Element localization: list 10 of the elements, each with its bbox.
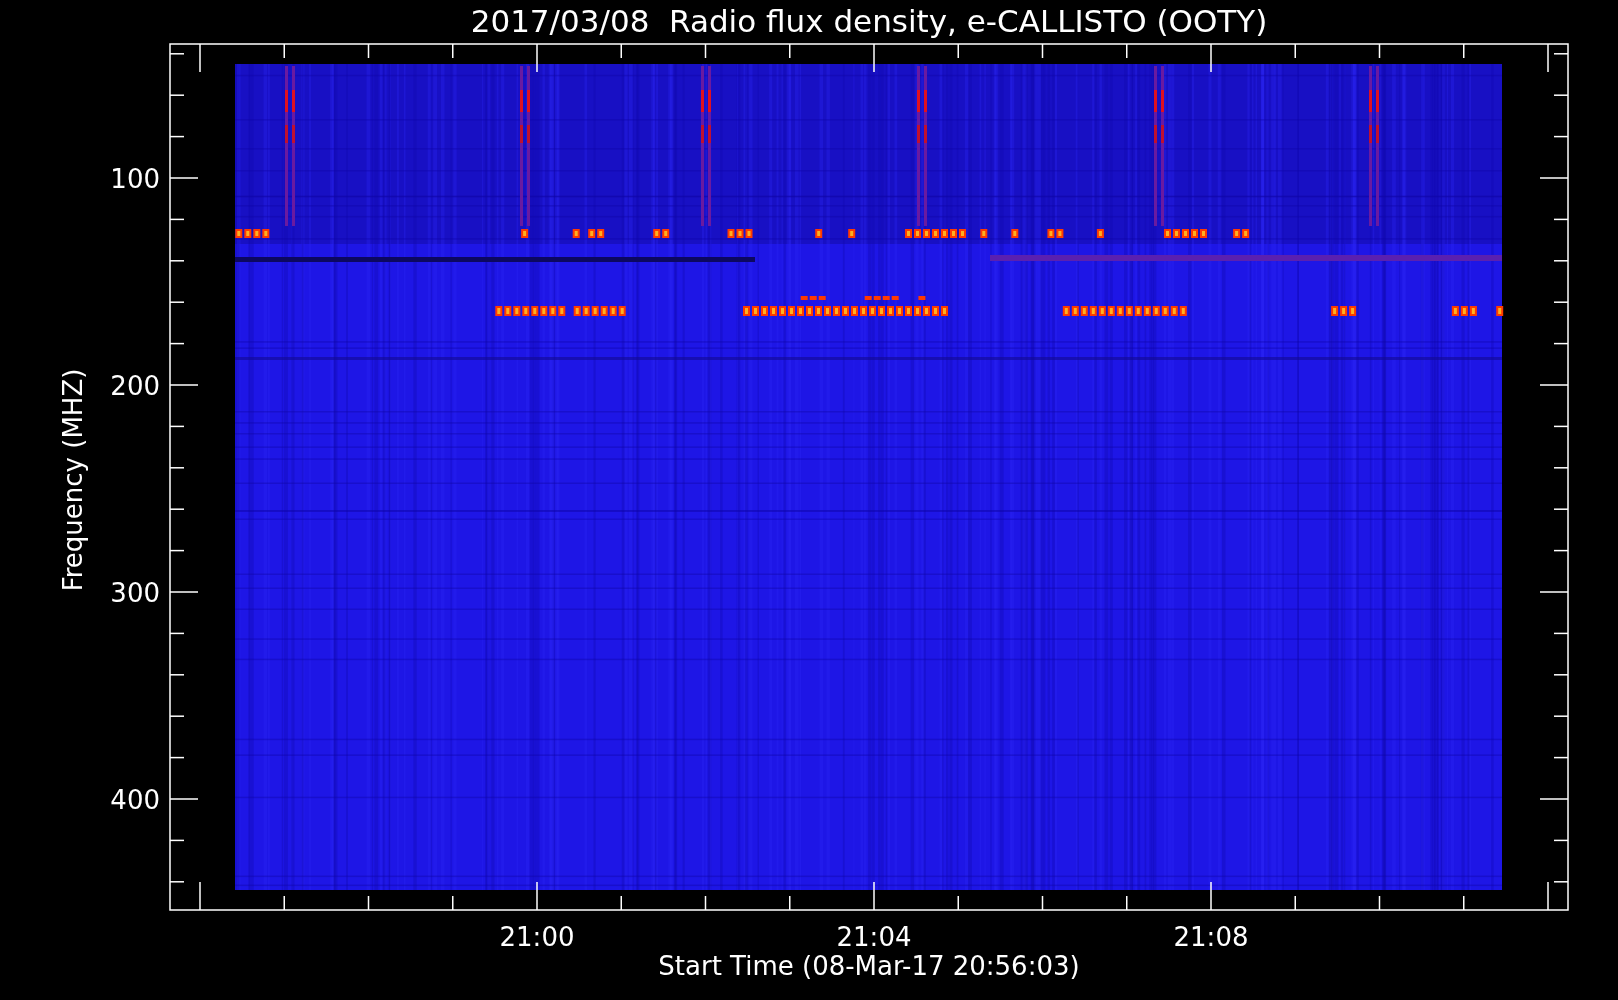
tick-label: 300 [110, 578, 160, 608]
tick-label: 21:04 [836, 922, 912, 952]
axis-label: Frequency (MHZ) [58, 368, 88, 592]
tick-label: 400 [110, 785, 160, 815]
chart-title: 2017/03/08 Radio flux density, e-CALLISTO (OOTY) [470, 3, 1268, 39]
tick-label: 200 [110, 371, 160, 401]
tick-label: 21:00 [499, 922, 575, 952]
tick-label: 21:08 [1173, 922, 1249, 952]
axis-label: Start Time (08-Mar-17 20:56:03) [658, 951, 1080, 981]
tick-label: 100 [110, 164, 160, 194]
